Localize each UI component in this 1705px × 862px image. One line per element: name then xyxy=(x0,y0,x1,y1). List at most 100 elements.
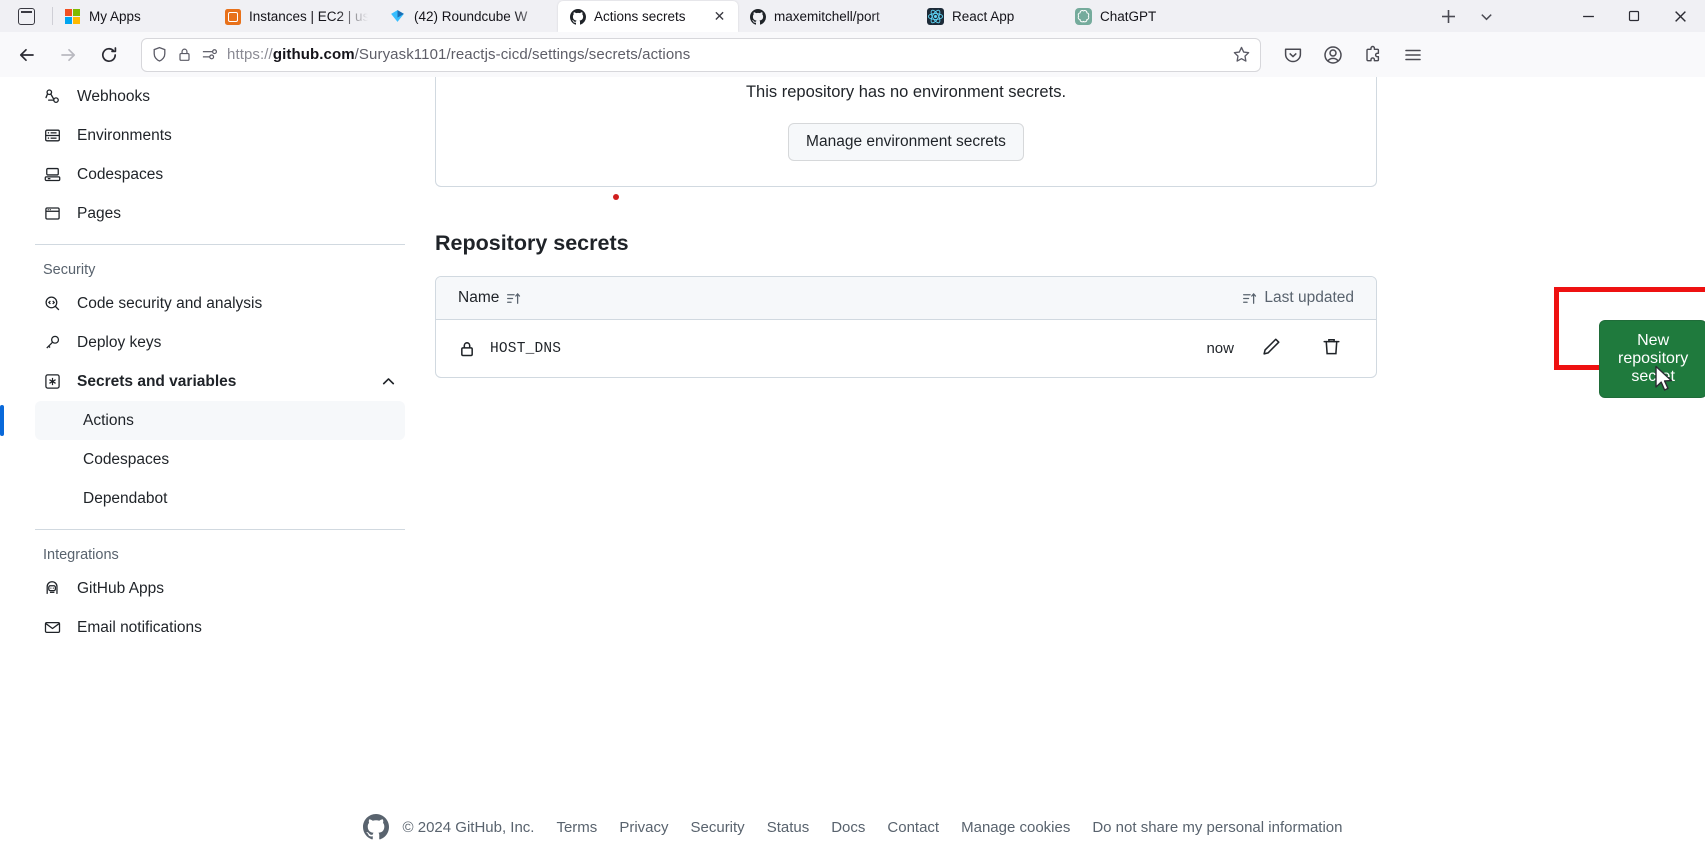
navigation-toolbar: https://github.com/Suryask1101/reactjs-c… xyxy=(0,32,1705,77)
sidebar-item-label: Email notifications xyxy=(77,618,202,636)
sort-ascending-icon[interactable] xyxy=(506,291,521,306)
page-title: Repository secrets xyxy=(435,231,629,255)
footer-link-privacy[interactable]: Privacy xyxy=(619,819,668,836)
delete-secret-button[interactable] xyxy=(1308,337,1354,360)
list-all-tabs-button[interactable] xyxy=(1467,0,1505,32)
footer-link-security[interactable]: Security xyxy=(691,819,745,836)
environment-secrets-card: This repository has no environment secre… xyxy=(435,77,1377,187)
pencil-icon xyxy=(1262,337,1281,360)
column-header-last-updated-label: Last updated xyxy=(1264,289,1354,306)
tab-label: (42) Roundcube W xyxy=(414,9,528,24)
window-close-button[interactable] xyxy=(1657,0,1703,32)
tab-react-app[interactable]: React App xyxy=(916,1,1064,32)
sidebar-subitem-label: Dependabot xyxy=(83,489,168,507)
sidebar-item-secrets-and-variables[interactable]: Secrets and variables xyxy=(35,362,405,401)
server-icon xyxy=(43,127,62,144)
new-repository-secret-button[interactable]: New repository secret xyxy=(1599,320,1705,398)
sidebar-item-label: Environments xyxy=(77,126,172,144)
url-host: github.com xyxy=(272,46,355,63)
sidebar-divider xyxy=(35,529,405,530)
tab-roundcube[interactable]: (42) Roundcube W xyxy=(378,1,558,32)
firefox-view-button[interactable] xyxy=(0,0,52,32)
sidebar-divider xyxy=(35,244,405,245)
github-icon xyxy=(749,8,766,25)
sidebar-item-label: Deploy keys xyxy=(77,333,162,351)
roundcube-icon xyxy=(389,8,406,25)
extensions-icon[interactable] xyxy=(1354,38,1392,72)
sidebar-item-label: Secrets and variables xyxy=(77,372,237,390)
sidebar-item-code-security-and-analysis[interactable]: Code security and analysis xyxy=(35,284,405,323)
firefox-view-icon xyxy=(17,7,35,25)
app-menu-icon[interactable] xyxy=(1394,38,1432,72)
edit-secret-button[interactable] xyxy=(1248,337,1294,360)
code-scan-icon xyxy=(43,295,62,312)
github-icon xyxy=(569,8,586,25)
column-header-name[interactable]: Name xyxy=(458,289,521,307)
annotation-dot xyxy=(613,194,619,200)
tab-my-apps[interactable]: My Apps xyxy=(53,1,213,32)
footer-link-manage-cookies[interactable]: Manage cookies xyxy=(961,819,1070,836)
account-icon[interactable] xyxy=(1314,38,1352,72)
shield-icon[interactable] xyxy=(151,46,168,63)
sidebar-item-codespaces[interactable]: Codespaces xyxy=(35,155,405,194)
sidebar-subitem-label: Codespaces xyxy=(83,450,170,468)
sidebar-item-codespaces-secrets[interactable]: Codespaces xyxy=(35,440,405,479)
sidebar-item-actions[interactable]: Actions xyxy=(0,401,405,440)
forward-button[interactable] xyxy=(49,38,87,72)
sidebar-item-dependabot[interactable]: Dependabot xyxy=(35,479,405,518)
footer-link-status[interactable]: Status xyxy=(767,819,810,836)
toolbar-right xyxy=(1274,38,1432,72)
window-maximize-button[interactable] xyxy=(1611,0,1657,32)
asterisk-box-icon xyxy=(43,373,62,390)
tab-chatgpt[interactable]: ChatGPT xyxy=(1064,1,1214,32)
sidebar-item-deploy-keys[interactable]: Deploy keys xyxy=(35,323,405,362)
footer-link-terms[interactable]: Terms xyxy=(556,819,597,836)
new-tab-button[interactable] xyxy=(1429,0,1467,32)
tab-maxemitchell-portfolio[interactable]: maxemitchell/port xyxy=(738,1,916,32)
secret-last-updated: now xyxy=(1206,340,1234,357)
tab-strip: My Apps Instances | EC2 | us (42) Roundc… xyxy=(0,0,1705,32)
sidebar-item-pages[interactable]: Pages xyxy=(35,194,405,233)
tab-label: Instances | EC2 | us xyxy=(249,9,368,24)
sidebar-item-webhooks[interactable]: Webhooks xyxy=(35,77,405,116)
table-header: Name Last updated xyxy=(436,277,1376,320)
footer-link-do-not-share[interactable]: Do not share my personal information xyxy=(1092,819,1342,836)
back-button[interactable] xyxy=(8,38,46,72)
tab-label: maxemitchell/port xyxy=(774,9,880,24)
sort-ascending-icon[interactable] xyxy=(1242,291,1257,306)
sidebar-item-environments[interactable]: Environments xyxy=(35,116,405,155)
settings-sidebar: Webhooks Environments Codespaces Pages S… xyxy=(0,77,417,862)
lock-icon xyxy=(458,340,476,358)
key-icon xyxy=(43,334,62,351)
bookmark-star-icon[interactable] xyxy=(1232,45,1251,64)
url-text[interactable]: https://github.com/Suryask1101/reactjs-c… xyxy=(227,46,1223,63)
aws-ec2-icon xyxy=(224,8,241,25)
column-header-last-updated[interactable]: Last updated xyxy=(1242,289,1354,307)
footer-link-docs[interactable]: Docs xyxy=(831,819,865,836)
reload-button[interactable] xyxy=(90,38,128,72)
repository-secrets-table: Name Last updated HOST_DNS now xyxy=(435,276,1377,378)
environment-secrets-empty-text: This repository has no environment secre… xyxy=(745,83,1067,101)
permissions-icon[interactable] xyxy=(201,46,218,63)
column-header-name-label: Name xyxy=(458,289,500,306)
tab-label: Actions secrets xyxy=(594,9,686,24)
lock-icon[interactable] xyxy=(177,47,192,62)
footer-link-contact[interactable]: Contact xyxy=(887,819,939,836)
window-minimize-button[interactable] xyxy=(1565,0,1611,32)
close-icon[interactable]: ✕ xyxy=(711,8,728,25)
mouse-cursor xyxy=(1655,365,1673,391)
browser-icon xyxy=(43,205,62,222)
sidebar-item-email-notifications[interactable]: Email notifications xyxy=(35,608,405,647)
footer-copyright: © 2024 GitHub, Inc. xyxy=(402,818,535,836)
sidebar-item-github-apps[interactable]: GitHub Apps xyxy=(35,569,405,608)
url-bar[interactable]: https://github.com/Suryask1101/reactjs-c… xyxy=(141,37,1261,72)
sidebar-heading-security: Security xyxy=(43,262,96,278)
pocket-icon[interactable] xyxy=(1274,38,1312,72)
page-footer: © 2024 GitHub, Inc. Terms Privacy Securi… xyxy=(0,814,1705,840)
tab-actions-secrets[interactable]: Actions secrets ✕ xyxy=(558,1,738,32)
manage-environment-secrets-button[interactable]: Manage environment secrets xyxy=(788,123,1024,161)
chevron-up-icon[interactable] xyxy=(380,373,397,390)
tab-instances-ec2[interactable]: Instances | EC2 | us xyxy=(213,1,378,32)
sidebar-item-label: GitHub Apps xyxy=(77,579,165,597)
tab-label: My Apps xyxy=(89,9,141,24)
